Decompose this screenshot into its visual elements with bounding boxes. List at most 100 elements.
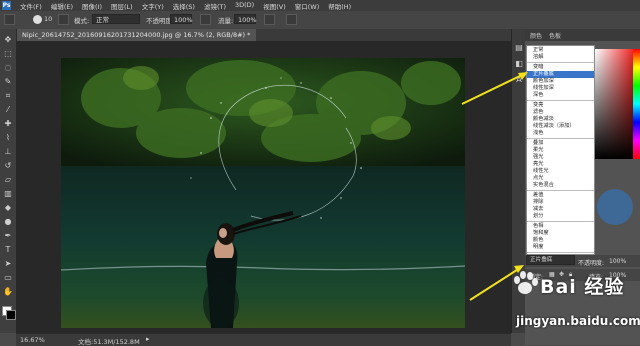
eraser-tool-icon[interactable]: ▱ — [3, 175, 13, 184]
history-brush-tool-icon[interactable]: ↺ — [3, 161, 13, 170]
menu-item[interactable]: 文字(Y) — [142, 1, 164, 11]
blend-mode-option[interactable]: 溶解 — [527, 54, 594, 61]
menu-item[interactable]: 滤镜(T) — [204, 1, 226, 11]
zoom-level[interactable]: 16.67% — [20, 336, 45, 344]
blend-mode-group: 叠加 柔光 强光 亮光 线性光 点光 实色混合 — [527, 139, 594, 191]
menu-item[interactable]: 窗口(W) — [295, 1, 320, 11]
blend-mode-option[interactable]: 正常 — [527, 47, 594, 54]
brush-tool-preset-icon[interactable] — [4, 14, 15, 25]
blend-mode-option[interactable]: 点光 — [527, 175, 594, 182]
color-panel-tabs: 颜色 色板 — [525, 29, 640, 41]
blend-mode-option[interactable]: 划分 — [527, 213, 594, 220]
layer-lock-row: 锁定: ▦ ✥ 🔒︎ 填充: 100% — [525, 269, 640, 281]
blend-mode-option[interactable]: 线性加深 — [527, 85, 594, 92]
blend-mode-option[interactable]: 深色 — [527, 92, 594, 99]
blend-mode-option[interactable]: 线性光 — [527, 168, 594, 175]
stamp-tool-icon[interactable]: ⊥ — [3, 147, 13, 156]
healing-tool-icon[interactable]: ✚ — [3, 119, 13, 128]
menu-item[interactable]: 3D(D) — [235, 1, 254, 11]
options-bar: 10 模式: 正常 不透明度: 100% 流量: 100% — [0, 11, 640, 30]
pen-tool-icon[interactable]: ✒ — [3, 231, 13, 240]
history-panel-icon[interactable]: ▤ — [514, 43, 524, 52]
blend-mode-option[interactable]: 亮光 — [527, 161, 594, 168]
blend-mode-option[interactable]: 滤色 — [527, 109, 594, 116]
lock-pixels-icon[interactable]: ▦ — [549, 271, 555, 278]
path-select-tool-icon[interactable]: ➤ — [3, 259, 13, 268]
brush-panel-icon[interactable] — [58, 14, 69, 25]
hand-tool-icon[interactable]: ✋ — [3, 287, 13, 296]
blend-mode-option[interactable]: 强光 — [527, 154, 594, 161]
panel-dock-strip: ▤ ◧ A — [511, 29, 526, 333]
blend-mode-dropdown[interactable]: 正常 溶解 变暗 正片叠底 颜色加深 线性加深 深色 变亮 滤色 颜色减淡 线性减淡（添加） 浅色 叠加… — [526, 45, 595, 255]
blend-mode-group: 变暗 正片叠底 颜色加深 线性加深 深色 — [527, 63, 594, 101]
blend-mode-option[interactable]: 饱和度 — [527, 230, 594, 237]
menu-item[interactable]: 图像(I) — [82, 1, 102, 11]
blend-mode-group: 色相 饱和度 颜色 明度 — [527, 222, 594, 253]
brush-size-icon[interactable] — [33, 15, 42, 24]
fill-value[interactable]: 100% — [609, 272, 626, 279]
blend-mode-option[interactable]: 浅色 — [527, 130, 594, 137]
menu-item[interactable]: 视图(V) — [263, 1, 286, 11]
lock-all-icon[interactable]: 🔒︎ — [569, 271, 572, 279]
blend-mode-option[interactable]: 颜色 — [527, 237, 594, 244]
tab-swatches[interactable]: 色板 — [549, 31, 561, 40]
lock-position-icon[interactable]: ✥ — [559, 271, 564, 278]
menu-list: 文件(F) 编辑(E) 图像(I) 图层(L) 文字(Y) 选择(S) 滤镜(T) 3D(D)… — [20, 1, 351, 11]
photoshop-logo: Ps — [2, 1, 11, 10]
menu-item[interactable]: 文件(F) — [20, 1, 42, 11]
status-menu-arrow-icon[interactable]: ▸ — [146, 335, 150, 343]
blend-mode-option[interactable]: 减去 — [527, 206, 594, 213]
eyedropper-tool-icon[interactable]: ⁄ — [3, 105, 13, 114]
move-tool-icon[interactable]: ✥ — [3, 35, 13, 44]
type-tool-icon[interactable]: T — [3, 245, 13, 254]
airbrush-icon[interactable] — [264, 14, 275, 25]
document-tab[interactable]: Nipic_20614752_20160916201731204000.jpg … — [16, 29, 257, 41]
fill-label: 填充: — [589, 274, 604, 281]
blend-mode-option[interactable]: 差值 — [527, 192, 594, 199]
menu-item[interactable]: 图层(L) — [111, 1, 133, 11]
tab-color[interactable]: 颜色 — [530, 31, 542, 40]
gradient-tool-icon[interactable]: ▥ — [3, 189, 13, 198]
blend-mode-option[interactable]: 色相 — [527, 223, 594, 230]
blend-mode-select[interactable]: 正片叠底 — [526, 255, 575, 265]
lasso-tool-icon[interactable]: ◌ — [3, 63, 13, 72]
flow-label: 流量: — [218, 17, 234, 25]
dodge-tool-icon[interactable]: ● — [3, 217, 13, 226]
background-color-swatch[interactable] — [6, 310, 16, 320]
flow-input[interactable]: 100% — [234, 14, 257, 24]
blend-mode-option[interactable]: 柔光 — [527, 147, 594, 154]
blend-mode-option[interactable]: 叠加 — [527, 140, 594, 147]
opacity-input[interactable]: 100% — [170, 14, 193, 24]
blend-mode-option[interactable]: 颜色减淡 — [527, 116, 594, 123]
brush-size-value: 10 — [44, 15, 53, 23]
blend-mode-option[interactable]: 明度 — [527, 244, 594, 251]
quick-select-tool-icon[interactable]: ✎ — [3, 77, 13, 86]
menu-item[interactable]: 选择(S) — [173, 1, 195, 11]
layer-opacity-value[interactable]: 100% — [609, 258, 626, 265]
document-photo[interactable] — [61, 58, 465, 328]
marquee-tool-icon[interactable]: ⬚ — [3, 49, 13, 58]
blend-mode-group: 正常 溶解 — [527, 46, 594, 63]
blend-mode-option[interactable]: 排除 — [527, 199, 594, 206]
hue-slider[interactable] — [633, 49, 640, 159]
blend-mode-option[interactable]: 变亮 — [527, 102, 594, 109]
blend-mode-option[interactable]: 线性减淡（添加） — [527, 123, 594, 130]
mode-select[interactable]: 正常 — [92, 14, 140, 24]
properties-panel-icon[interactable]: ◧ — [514, 59, 524, 68]
blend-mode-option[interactable]: 实色混合 — [527, 182, 594, 189]
menu-item[interactable]: 编辑(E) — [51, 1, 73, 11]
menu-item[interactable]: 帮助(H) — [328, 1, 351, 11]
blend-mode-group: 变亮 滤色 颜色减淡 线性减淡（添加） 浅色 — [527, 101, 594, 139]
blend-mode-option[interactable]: 颜色加深 — [527, 78, 594, 85]
blur-tool-icon[interactable]: ◆ — [3, 203, 13, 212]
document-tab-bar: Nipic_20614752_20160916201731204000.jpg … — [16, 29, 511, 41]
pressure-opacity-icon[interactable] — [200, 14, 211, 25]
crop-tool-icon[interactable]: ⌗ — [3, 91, 13, 100]
pressure-size-icon[interactable] — [286, 14, 297, 25]
character-panel-icon[interactable]: A — [514, 75, 524, 84]
blend-mode-option[interactable]: 变暗 — [527, 64, 594, 71]
shape-tool-icon[interactable]: ▭ — [3, 273, 13, 282]
blend-mode-option[interactable]: 正片叠底 — [527, 71, 594, 78]
status-bar: 16.67% 文档:51.3M/152.8M ▸ — [16, 333, 511, 346]
brush-tool-icon[interactable]: ⌇ — [3, 133, 13, 142]
